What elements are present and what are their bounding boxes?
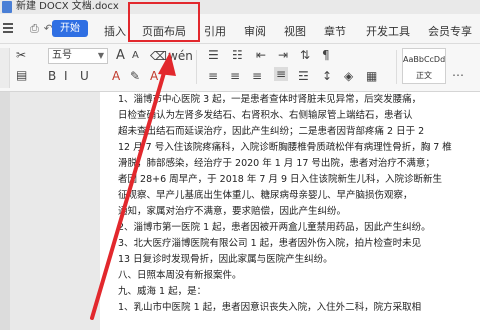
bullet-list-icon[interactable]: ☰	[208, 48, 219, 62]
more-styles-icon[interactable]: ⋯	[452, 68, 464, 82]
tab-start[interactable]: 开始	[52, 20, 88, 37]
underline-icon[interactable]: U	[80, 69, 89, 83]
shrink-font-icon[interactable]: A	[132, 50, 139, 61]
clear-format-icon[interactable]: ⌫	[150, 49, 167, 63]
increase-indent-icon[interactable]: ⇥	[278, 48, 288, 62]
document-line: 13 日复诊时发现骨折，因此家属与医院产生纠纷。	[118, 254, 333, 265]
document-line: 八、日照本周没有新报案件。	[118, 270, 242, 281]
document-line: 通知，家属对治疗不满意，要求赔偿，因此产生纠纷。	[118, 206, 347, 217]
grow-font-icon[interactable]: A	[116, 48, 125, 63]
distribute-icon[interactable]: ☲	[298, 69, 309, 83]
tab-review[interactable]: 审阅	[244, 23, 266, 39]
ribbon-tab-bar: ⎙↶ 开始 插入 页面布局 引用 审阅 视图 章节 开发工具 会员专享	[0, 14, 480, 44]
document-line: 1、淄博市中心医院 3 起，一是患者查体时肾脏未见异常，后突发腰痛，	[118, 94, 422, 105]
tab-insert[interactable]: 插入	[104, 23, 126, 39]
close-tab-icon[interactable]: ×	[84, 0, 92, 14]
bold-icon[interactable]: B	[48, 69, 56, 83]
menu-icon[interactable]	[3, 23, 13, 33]
style-sample: AaBbCcDd	[403, 55, 446, 64]
document-line: 1、乳山市中医院 1 起，患者因意识丧失入院，入住外二科，院方采取相	[118, 302, 422, 313]
document-line: 九、威海 1 起，是：	[118, 286, 207, 297]
title-bar: 新建 DOCX 文档.docx ×	[0, 0, 480, 14]
show-marks-icon[interactable]: ¶	[322, 48, 330, 62]
text-color-icon[interactable]: A	[150, 69, 158, 83]
style-normal[interactable]: AaBbCcDd 正文	[402, 48, 446, 84]
document-line: 2、淄博市第一医院 1 起，患者因被开两盒儿童禁用药品，因此产生纠纷。	[118, 222, 431, 233]
tab-section[interactable]: 章节	[324, 23, 346, 39]
document-area: 1、淄博市中心医院 3 起，一是患者查体时肾脏未见异常，后突发腰痛， 日检查确认…	[0, 92, 480, 330]
document-line: 者因 28+6 周早产，于 2018 年 7 月 9 日入住该院新生儿科，入院诊…	[118, 174, 443, 185]
borders-icon[interactable]: ▦	[366, 69, 377, 83]
cut-icon[interactable]: ✂	[16, 48, 26, 62]
numbered-list-icon[interactable]: ☷	[232, 48, 243, 62]
tab-view[interactable]: 视图	[284, 23, 306, 39]
highlight-box	[128, 2, 200, 42]
justify-icon[interactable]: ≡	[274, 67, 289, 81]
document-line: 3、北大医疗淄博医院有限公司 1 起，患者因外伤入院，拍片检查时未见	[118, 238, 422, 249]
font-size-value: 五号	[52, 50, 72, 61]
ribbon-separator	[196, 50, 197, 84]
font-size-select[interactable]: 五号 ▼	[48, 48, 108, 64]
tab-reference[interactable]: 引用	[204, 23, 226, 39]
tab-dev-tools[interactable]: 开发工具	[366, 23, 410, 39]
style-name: 正文	[416, 71, 432, 80]
document-line: 滑脱，肺部感染，经治疗于 2020 年 1 月 17 号出院，患者对治疗不满意；	[118, 158, 435, 169]
align-center-icon[interactable]: ≡	[230, 69, 240, 83]
paste-icon[interactable]: ▤	[16, 68, 27, 82]
document-line: 征观察、早产儿基底出生体重儿、糖尿病母亲婴儿、早产脑损伤观察，	[118, 190, 413, 201]
document-line: 12 月 7 号入住该院疼痛科，入院诊断胸腰椎骨质疏松伴有病理性骨折，胸 7 椎	[118, 142, 452, 153]
ribbon-separator	[396, 50, 397, 84]
window-title: 新建 DOCX 文档.docx	[16, 1, 119, 12]
italic-icon[interactable]: I	[64, 69, 68, 83]
align-right-icon[interactable]: ≡	[252, 69, 262, 83]
chevron-down-icon: ▼	[97, 51, 104, 60]
document-page[interactable]: 1、淄博市中心医院 3 起，一是患者查体时肾脏未见异常，后突发腰痛， 日检查确认…	[100, 92, 480, 330]
decrease-indent-icon[interactable]: ⇤	[256, 48, 266, 62]
tab-member[interactable]: 会员专享	[428, 23, 472, 39]
highlight-color-icon[interactable]: ✎	[130, 69, 140, 83]
document-line: 日检查确认为左肾多发结石、右肾积水、右侧输尿管上端结石，患者认	[118, 110, 413, 121]
sort-icon[interactable]: ⇅	[300, 48, 310, 62]
align-left-icon[interactable]: ≡	[208, 69, 218, 83]
document-line: 超未查出结石而延误治疗，因此产生纠纷；二是患者因背部疼痛 2 日于 2	[118, 126, 425, 137]
document-icon	[2, 1, 12, 13]
phonetic-icon[interactable]: wén	[168, 49, 193, 63]
shading-icon[interactable]: ◈	[344, 69, 353, 83]
ribbon-toolbar: ✂ ▤ 五号 ▼ A A ⌫ wén B I U A ✎ A ☰ ☷ ⇤ ⇥ ⇅…	[0, 44, 480, 92]
line-spacing-icon[interactable]: ↕	[322, 69, 332, 83]
vertical-ruler	[0, 92, 10, 330]
ribbon-collapse-toggle[interactable]	[0, 48, 10, 88]
font-color-icon[interactable]: A	[112, 69, 120, 83]
